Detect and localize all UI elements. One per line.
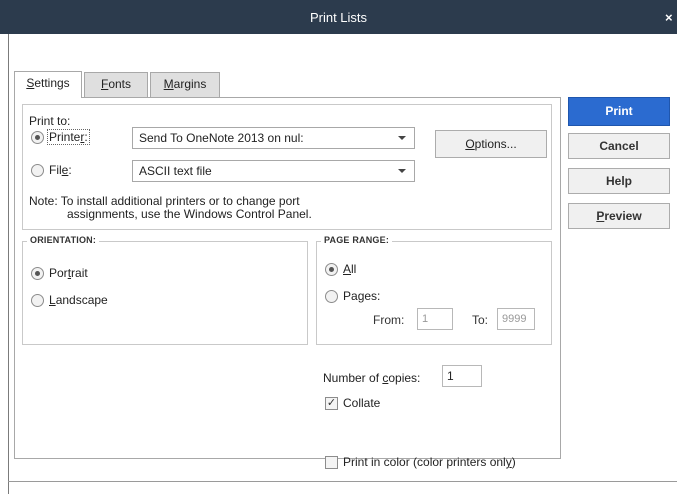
collate-label[interactable]: Collate: [343, 396, 380, 410]
from-label: From:: [373, 313, 405, 327]
page-range-title: PAGE RANGE:: [321, 235, 393, 245]
printer-label[interactable]: Printer:: [47, 129, 90, 145]
title-bar: Print Lists: [0, 0, 677, 34]
copies-input[interactable]: 1: [442, 365, 482, 387]
page-range-group: PAGE RANGE: All Pages: From: 1 To: 9999: [316, 235, 552, 345]
settings-tab-panel: Print to: Printer: Send To OneNote 2013 …: [14, 97, 561, 469]
cancel-button[interactable]: Cancel: [568, 133, 670, 159]
portrait-label[interactable]: Portrait: [49, 266, 88, 280]
all-pages-label[interactable]: All: [343, 262, 356, 276]
chevron-down-icon: [398, 169, 406, 173]
all-pages-radio[interactable]: [325, 263, 338, 276]
printer-radio[interactable]: [31, 131, 44, 144]
portrait-radio[interactable]: [31, 267, 44, 280]
landscape-radio[interactable]: [31, 294, 44, 307]
window-left-border: [8, 34, 9, 494]
chevron-down-icon: [398, 136, 406, 140]
help-button[interactable]: Help: [568, 168, 670, 194]
landscape-label[interactable]: Landscape: [49, 293, 108, 307]
from-page-input[interactable]: 1: [417, 308, 453, 330]
preview-button[interactable]: Preview: [568, 203, 670, 229]
to-label: To:: [472, 313, 489, 327]
tab-settings[interactable]: Settings: [14, 71, 82, 98]
to-page-input[interactable]: 9999: [497, 308, 535, 330]
options-button[interactable]: Options...: [435, 130, 547, 158]
print-to-label: Print to:: [29, 114, 71, 128]
tab-margins[interactable]: Margins: [150, 72, 220, 97]
file-radio[interactable]: [31, 164, 44, 177]
pages-label[interactable]: Pages:: [343, 289, 380, 303]
collate-checkbox[interactable]: ✓: [325, 397, 338, 410]
copies-label: Number of copies:: [323, 371, 421, 385]
tab-fonts[interactable]: Fonts: [84, 72, 148, 97]
note-line-2: assignments, use the Windows Control Pan…: [67, 207, 312, 221]
file-type-select[interactable]: ASCII text file: [132, 160, 415, 182]
close-icon[interactable]: ×: [665, 0, 677, 34]
file-label[interactable]: File:: [49, 163, 72, 177]
print-button[interactable]: Print: [568, 97, 670, 126]
window-bottom-border: [8, 481, 677, 482]
pages-radio[interactable]: [325, 290, 338, 303]
window-title: Print Lists: [309, 10, 368, 25]
orientation-group: ORIENTATION: Portrait Landscape: [22, 235, 308, 345]
print-to-group: Print to: Printer: Send To OneNote 2013 …: [22, 104, 552, 230]
print-in-color-checkbox[interactable]: [325, 456, 338, 469]
printer-select[interactable]: Send To OneNote 2013 on nul:: [132, 127, 415, 149]
orientation-title: ORIENTATION:: [27, 235, 100, 245]
note-line-1: Note: To install additional printers or …: [29, 194, 300, 208]
print-in-color-label[interactable]: Print in color (color printers only): [343, 455, 516, 469]
